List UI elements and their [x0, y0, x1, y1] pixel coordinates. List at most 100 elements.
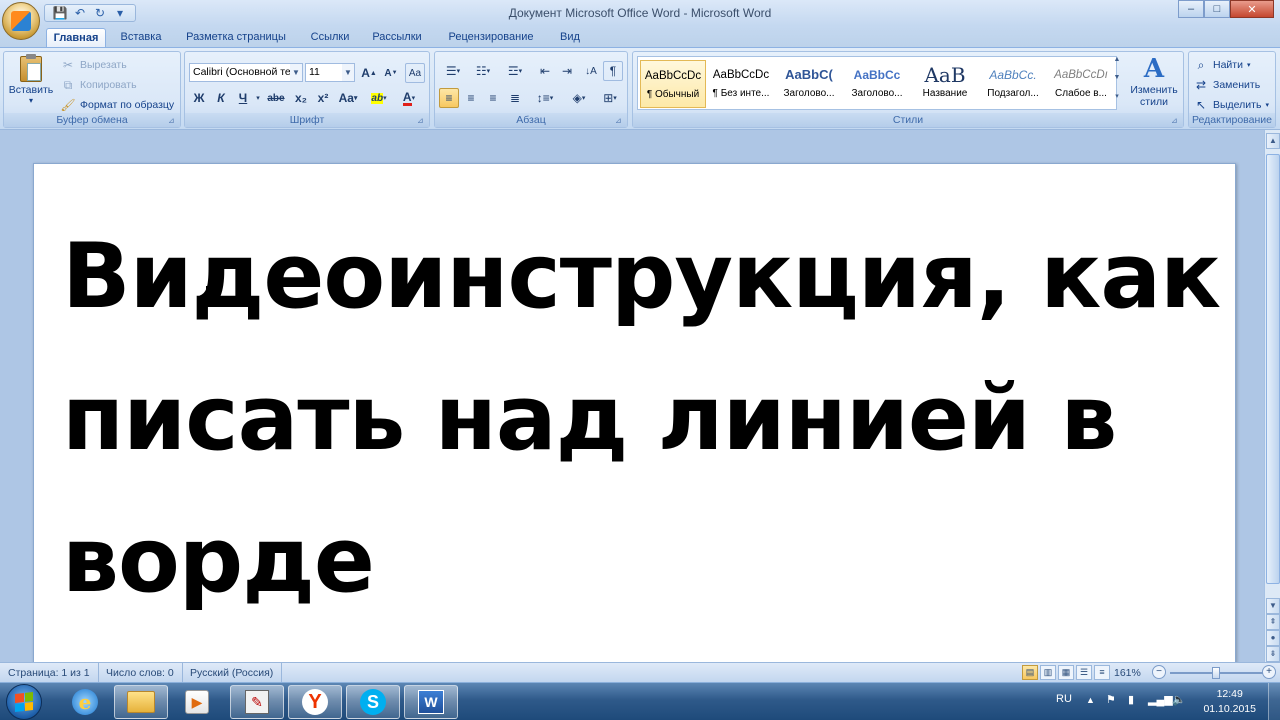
next-page-icon[interactable]: ⇟ [1266, 646, 1280, 662]
chevron-down-icon[interactable]: ▾ [253, 88, 263, 108]
dialog-launcher-icon[interactable]: ⊿ [417, 116, 426, 125]
dialog-launcher-icon[interactable]: ⊿ [168, 116, 177, 125]
tab-review[interactable]: Рецензирование [438, 28, 544, 48]
align-center-button[interactable]: ≡ [461, 88, 481, 108]
browse-object-icon[interactable]: ● [1266, 630, 1280, 646]
subscript-button[interactable]: x₂ [291, 88, 311, 108]
draft-view-icon[interactable]: ≡ [1094, 665, 1110, 680]
tab-mailings[interactable]: Рассылки [366, 28, 428, 48]
underline-button[interactable]: Ч [233, 88, 253, 108]
find-button[interactable]: ⌕ Найти ▾ [1193, 56, 1251, 74]
chevron-down-icon[interactable]: ▼ [290, 64, 302, 81]
page-count[interactable]: Страница: 1 из 1 [0, 663, 99, 683]
tab-view[interactable]: Вид [552, 28, 588, 48]
change-case-button[interactable]: Aa ▾ [335, 88, 361, 108]
style-subtitle[interactable]: AaBbCc. Подзагол... [980, 60, 1046, 108]
zoom-in-icon[interactable]: + [1262, 665, 1276, 679]
font-color-button[interactable]: A ▾ [395, 88, 423, 108]
document-heading[interactable]: Видеоинструкция, как писать над линией в… [62, 206, 1222, 632]
scroll-thumb[interactable] [1266, 154, 1280, 584]
select-button[interactable]: ↖ Выделить ▾ [1193, 96, 1269, 114]
taskbar-internet-explorer[interactable]: e [58, 685, 112, 719]
network-icon[interactable]: ▂▄▆ [1148, 693, 1173, 706]
document-page[interactable]: Видеоинструкция, как писать над линией в… [33, 163, 1236, 663]
tray-expand-icon[interactable]: ▲ [1086, 695, 1095, 705]
tab-page-layout[interactable]: Разметка страницы [178, 28, 294, 48]
clock[interactable]: 12:49 01.10.2015 [1203, 687, 1256, 717]
chevron-down-icon[interactable]: ▼ [342, 64, 354, 81]
office-button[interactable] [2, 2, 40, 40]
taskbar-explorer[interactable] [114, 685, 168, 719]
replace-button[interactable]: ⇄ Заменить [1193, 76, 1260, 94]
copy-button[interactable]: ⧉ Копировать [60, 76, 137, 94]
input-language[interactable]: RU [1056, 693, 1072, 705]
bullets-button[interactable]: ☰ ▾ [439, 61, 467, 81]
prev-page-icon[interactable]: ⇞ [1266, 614, 1280, 630]
scroll-up-icon[interactable]: ▲ [1266, 133, 1280, 149]
justify-button[interactable]: ≣ [505, 88, 525, 108]
superscript-button[interactable]: x² [313, 88, 333, 108]
increase-indent-button[interactable]: ⇥ [557, 61, 577, 81]
zoom-slider-thumb[interactable] [1212, 667, 1220, 679]
volume-icon[interactable]: 🔈 [1172, 693, 1186, 706]
zoom-level[interactable]: 161% [1114, 663, 1141, 683]
clear-formatting-button[interactable]: Aa [405, 63, 425, 83]
grow-font-button[interactable]: A ▲ [359, 63, 379, 83]
show-desktop-button[interactable] [1268, 683, 1280, 720]
tab-references[interactable]: Ссылки [302, 28, 358, 48]
style-no-spacing[interactable]: AaBbCcDc ¶ Без инте... [708, 60, 774, 108]
close-button[interactable]: ✕ [1230, 0, 1274, 18]
taskbar-editor[interactable]: ✎ [230, 685, 284, 719]
bold-button[interactable]: Ж [189, 88, 209, 108]
vertical-scrollbar[interactable]: ▲ ▼ ⇞ ● ⇟ [1264, 130, 1280, 662]
style-heading-1[interactable]: AaBbC( Заголово... [776, 60, 842, 108]
outline-view-icon[interactable]: ☰ [1076, 665, 1092, 680]
align-left-button[interactable]: ≡ [439, 88, 459, 108]
font-size-combo[interactable]: 11 ▼ [305, 63, 355, 82]
numbering-button[interactable]: ☷ ▾ [469, 61, 497, 81]
format-painter-button[interactable]: 🖌 Формат по образцу [60, 96, 174, 114]
style-heading-2[interactable]: AaBbCc Заголово... [844, 60, 910, 108]
language-indicator[interactable]: Русский (Россия) [182, 663, 283, 683]
line-spacing-button[interactable]: ↕≡ ▾ [531, 88, 559, 108]
strikethrough-button[interactable]: abe [265, 88, 287, 108]
multilevel-list-button[interactable]: ☲ ▾ [501, 61, 529, 81]
dialog-launcher-icon[interactable]: ⊿ [1171, 116, 1180, 125]
show-marks-button[interactable]: ¶ [603, 61, 623, 81]
cut-button[interactable]: ✂ Вырезать [60, 56, 127, 74]
minimize-button[interactable]: – [1178, 0, 1204, 18]
action-center-icon[interactable]: ⚑ [1106, 693, 1116, 706]
word-count[interactable]: Число слов: 0 [98, 663, 183, 683]
start-button[interactable] [6, 684, 42, 720]
scroll-down-icon[interactable]: ▼ [1266, 598, 1280, 614]
taskbar-skype[interactable]: S [346, 685, 400, 719]
taskbar-yandex[interactable]: Y [288, 685, 342, 719]
font-name-combo[interactable]: Calibri (Основной те ▼ [189, 63, 303, 82]
change-styles-button[interactable]: A Изменить стили [1127, 54, 1181, 108]
battery-icon[interactable]: ▮ [1128, 693, 1134, 706]
style-title[interactable]: AaB Название [912, 60, 978, 108]
shading-button[interactable]: ◈ ▾ [565, 88, 593, 108]
print-layout-view-icon[interactable]: ▤ [1022, 665, 1038, 680]
web-layout-view-icon[interactable]: ▦ [1058, 665, 1074, 680]
align-right-button[interactable]: ≡ [483, 88, 503, 108]
decrease-indent-button[interactable]: ⇤ [535, 61, 555, 81]
maximize-button[interactable]: □ [1204, 0, 1230, 18]
taskbar-word[interactable]: W [404, 685, 458, 719]
paste-button[interactable]: Вставить ▾ [6, 54, 56, 105]
zoom-out-icon[interactable]: − [1152, 665, 1166, 679]
gallery-more-icon[interactable]: ▾ [1111, 92, 1123, 110]
gallery-down-icon[interactable]: ▼ [1111, 74, 1123, 92]
tab-insert[interactable]: Вставка [112, 28, 170, 48]
full-screen-reading-view-icon[interactable]: ▥ [1040, 665, 1056, 680]
style-normal[interactable]: AaBbCcDc ¶ Обычный [640, 60, 706, 108]
tab-home[interactable]: Главная [46, 28, 106, 48]
sort-button[interactable]: ↓A [581, 61, 601, 81]
gallery-up-icon[interactable]: ▲ [1111, 56, 1123, 74]
italic-button[interactable]: К [211, 88, 231, 108]
borders-button[interactable]: ⊞ ▾ [597, 88, 623, 108]
dialog-launcher-icon[interactable]: ⊿ [615, 116, 624, 125]
taskbar-media[interactable]: ▶ [170, 685, 224, 719]
shrink-font-button[interactable]: A ▼ [381, 63, 401, 83]
highlight-button[interactable]: ab ▾ [365, 88, 393, 108]
